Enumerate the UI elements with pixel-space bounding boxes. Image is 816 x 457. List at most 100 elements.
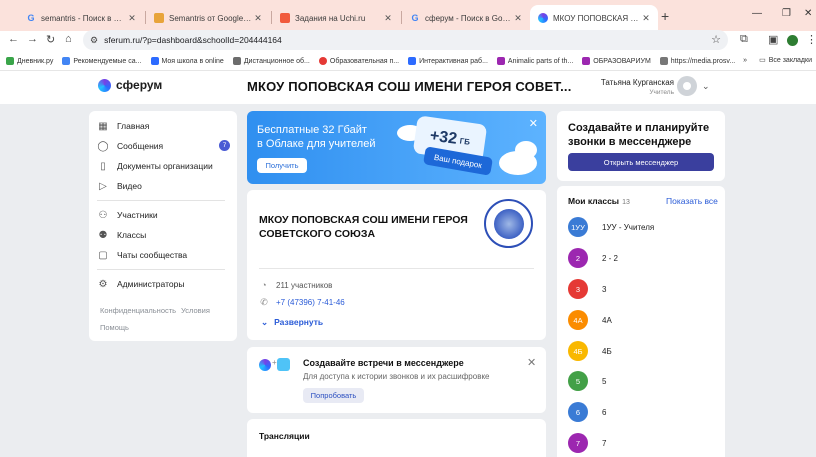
tab-title: Задания на Uchi.ru [295, 13, 366, 23]
tab-5-active[interactable]: МКОУ ПОПОВСКАЯ СОШ ИМЕНИ ✕ [530, 5, 658, 31]
class-item[interactable]: 33 [568, 279, 606, 299]
try-button[interactable]: Попробовать [303, 388, 364, 403]
bookmark[interactable]: Animalic parts of th... [496, 57, 573, 65]
new-tab-button[interactable]: + [661, 8, 669, 24]
site-info-icon[interactable]: ⚙ [90, 35, 98, 46]
user-info[interactable]: Татьяна Курганская Учитель [600, 78, 674, 96]
class-item[interactable]: 55 [568, 371, 606, 391]
bookmark-icon [232, 57, 241, 65]
calls-title: Создавайте и планируйте звонки в мессенд… [568, 122, 710, 148]
sidebar-item-messages[interactable]: ◯ Сообщения [97, 140, 163, 152]
bookmark-icon [659, 57, 668, 65]
sidebar-item-video[interactable]: ▷ Видео [97, 180, 142, 192]
document-icon: ▯ [100, 160, 106, 172]
sferum-logo[interactable]: сферум [98, 78, 162, 92]
get-button[interactable]: Получить [257, 158, 307, 173]
classes-title: Мои классы 13 [568, 196, 630, 206]
sidebar-item-community-chats[interactable]: ▢ Чаты сообщества [97, 249, 187, 261]
sidebar-item-admins[interactable]: ⚙ Администраторы [97, 278, 185, 290]
google-icon: G [411, 13, 419, 23]
tab-title: сферум - Поиск в Google [425, 13, 512, 23]
tab-4[interactable]: G сферум - Поиск в Google ✕ [402, 5, 530, 31]
close-icon[interactable]: ✕ [382, 13, 394, 24]
banner-title: Бесплатные 32 Гбайт в Облаке для учителе… [257, 124, 376, 150]
chevron-down-icon[interactable]: ⌄ [702, 81, 710, 92]
classes-icon: ⚉ [98, 229, 108, 241]
people-icon: ⚇ [98, 209, 108, 221]
show-all-link[interactable]: Показать все [666, 196, 718, 206]
class-item[interactable]: 77 [568, 433, 606, 453]
close-icon[interactable]: ✕ [640, 13, 652, 24]
bookmark[interactable]: ОБРАЗОВАРИУМ [582, 57, 651, 65]
tab-1[interactable]: G semantris - Поиск в Google ✕ [18, 5, 144, 31]
bookmark-icon [6, 57, 14, 65]
minimize-icon[interactable]: — [752, 8, 762, 19]
privacy-link[interactable]: Конфиденциальность [100, 306, 176, 315]
sferum-icon [538, 13, 548, 23]
url-text: sferum.ru/?p=dashboard&schoolId=20444416… [104, 35, 282, 45]
sidepanel-icon[interactable]: ▣ [768, 33, 778, 46]
class-item[interactable]: 4А 4А [568, 310, 612, 330]
bookmark[interactable]: Дистанционное об... [232, 57, 310, 65]
tab-title: Semantris от Google: как ИИ пон [169, 13, 252, 23]
chevron-down-icon: ⌄ [261, 317, 269, 327]
all-bookmarks[interactable]: » ▭ Все закладки [743, 56, 812, 65]
sferum-logo-icon [98, 78, 111, 92]
extensions-icon[interactable]: ⧉ [740, 33, 748, 46]
close-icon[interactable]: ✕ [512, 13, 524, 24]
close-icon[interactable]: ✕ [126, 13, 138, 24]
class-item[interactable]: 1УУ 1УУ - Учителя [568, 217, 654, 237]
bookmark[interactable]: https://media.prosv... [659, 57, 735, 65]
bookmark[interactable]: Рекомендуемые са... [62, 57, 142, 65]
bookmark[interactable]: Моя школа в online [150, 57, 224, 65]
bookmark-star-icon[interactable]: ☆ [711, 33, 721, 46]
bookmarks-bar: Дневник.ру Рекомендуемые са... Моя школа… [0, 52, 816, 70]
tab-title: semantris - Поиск в Google [41, 13, 126, 23]
tab-2[interactable]: Semantris от Google: как ИИ пон ✕ [146, 5, 270, 31]
close-icon[interactable]: ✕ [527, 356, 536, 369]
sidebar-item-members[interactable]: ⚇ Участники [97, 209, 158, 221]
bookmark-icon [62, 57, 71, 65]
sidebar-item-classes[interactable]: ⚉ Классы [97, 229, 147, 241]
bookmark[interactable]: Интерактивная раб... [408, 57, 488, 65]
help-link[interactable]: Помощь [100, 323, 129, 332]
address-bar[interactable]: ⚙ sferum.ru/?p=dashboard&schoolId=204444… [83, 30, 728, 50]
avatar[interactable] [677, 76, 697, 96]
bookmark[interactable]: Дневник.ру [6, 57, 53, 65]
profile-icon[interactable] [787, 35, 798, 46]
sferum-icon [259, 358, 271, 371]
home-grid-icon: ▦ [98, 120, 108, 132]
sidebar-item-home[interactable]: ▦ Главная [97, 120, 149, 132]
reload-icon[interactable]: ↻ [46, 33, 55, 46]
class-item[interactable]: 22 - 2 [568, 248, 618, 268]
unread-badge: 7 [219, 140, 230, 151]
meetings-subtitle: Для доступа к истории звонков и их расши… [303, 372, 490, 381]
class-item[interactable]: 66 [568, 402, 606, 422]
back-icon[interactable]: ← [8, 33, 19, 45]
menu-icon[interactable]: ⋮ [806, 33, 816, 46]
close-icon[interactable]: ✕ [252, 13, 264, 24]
browser-tab-strip: G semantris - Поиск в Google ✕ Semantris… [0, 0, 816, 31]
close-window-icon[interactable]: ✕ [804, 8, 812, 19]
chevron-right-icon[interactable]: » [743, 57, 747, 64]
open-messenger-button[interactable]: Открыть мессенджер [568, 153, 714, 171]
school-emblem-icon [484, 199, 533, 248]
terms-link[interactable]: Условия [181, 306, 210, 315]
classes-count: 13 [622, 199, 630, 206]
bookmark[interactable]: Образовательная п... [318, 57, 399, 65]
class-avatar: 4А [568, 310, 588, 330]
sidebar-item-documents[interactable]: ▯ Документы организации [97, 160, 212, 172]
cloud-icon [515, 141, 537, 159]
tab-3[interactable]: Задания на Uchi.ru ✕ [272, 5, 400, 31]
restore-icon[interactable]: ❐ [782, 8, 791, 19]
forward-icon[interactable]: → [27, 33, 38, 45]
semantris-icon [154, 13, 164, 23]
close-icon[interactable]: ✕ [529, 117, 538, 130]
phone[interactable]: ✆ +7 (47396) 7-41-46 [259, 297, 345, 308]
class-item[interactable]: 4Б 4Б [568, 341, 612, 361]
class-avatar: 5 [568, 371, 588, 391]
expand-button[interactable]: ⌄ Развернуть [261, 317, 323, 328]
members-count[interactable]: ◔ 211 участников [259, 280, 332, 290]
user-role: Учитель [649, 89, 674, 96]
home-icon[interactable]: ⌂ [65, 33, 72, 45]
